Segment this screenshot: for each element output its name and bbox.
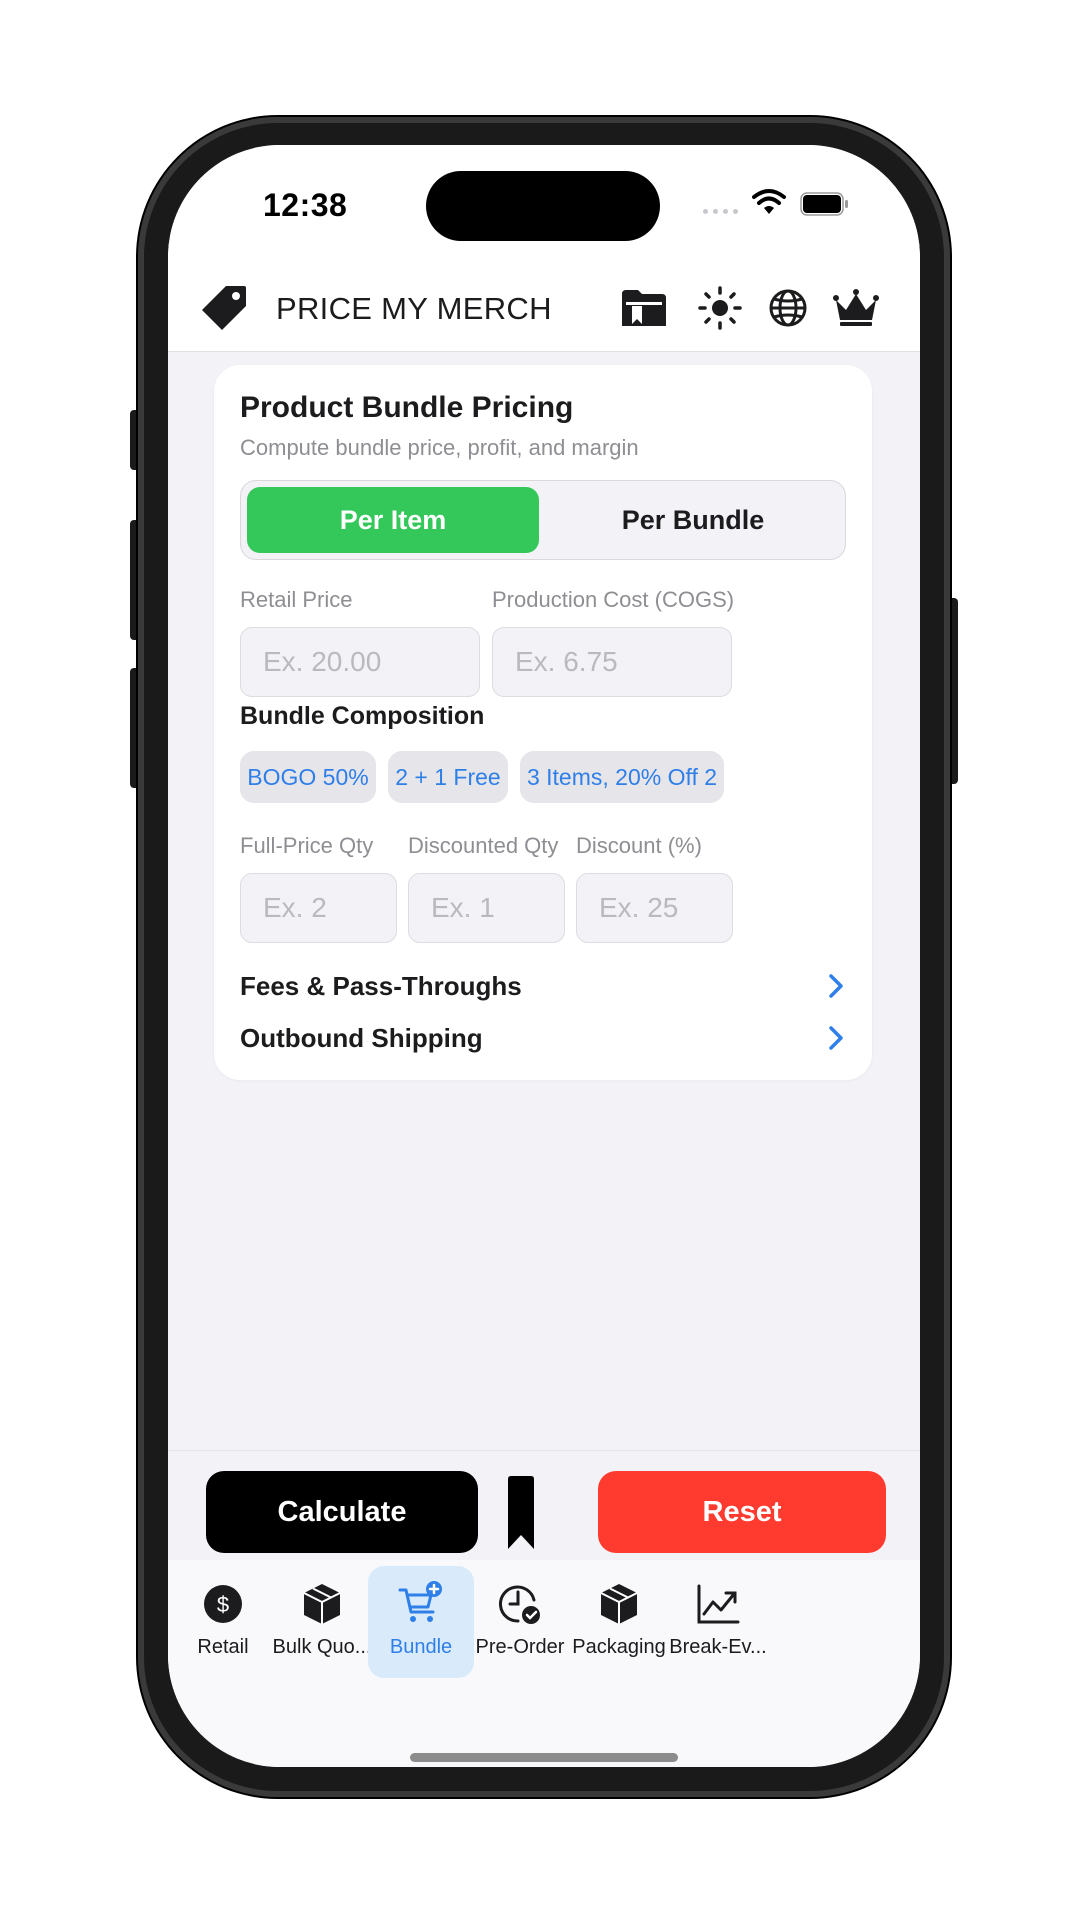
status-time: 12:38 [263,187,348,223]
tab-label: Packaging [572,1636,666,1658]
reset-button[interactable]: Reset [598,1471,886,1553]
discounted-qty-input[interactable] [408,873,565,943]
globe-icon[interactable] [764,284,812,332]
action-bar: Calculate Reset [168,1450,920,1560]
status-bar: 12:38 [168,145,920,260]
per-bundle-segment[interactable]: Per Bundle [547,487,839,553]
preset-3-items-chip[interactable]: 3 Items, 20% Off 2 [520,751,724,803]
retail-price-label: Retail Price [240,587,353,612]
full-price-qty-input[interactable] [240,873,397,943]
package-icon [600,1584,638,1624]
cogs-input[interactable] [492,627,732,697]
fees-pass-throughs-row[interactable]: Fees & Pass-Throughs [240,965,846,1007]
phone-screen: 12:38 PRICE MY MERCH Product Bundle Pric… [168,145,920,1767]
app-header: PRICE MY MERCH [168,260,920,352]
tab-label: Pre-Order [475,1636,565,1658]
crown-icon[interactable] [832,284,880,332]
full-price-qty-label: Full-Price Qty [240,833,374,858]
tab-bulk-quote[interactable]: Bulk Quo... [269,1566,375,1678]
card-title: Product Bundle Pricing [240,391,574,424]
per-item-segment[interactable]: Per Item [247,487,539,553]
tab-break-even[interactable]: Break-Ev... [665,1566,771,1678]
tab-retail[interactable]: $ Retail [170,1566,276,1678]
sun-icon[interactable] [696,284,744,332]
home-indicator [410,1753,678,1762]
app-title: PRICE MY MERCH [276,291,552,326]
dollar-circle-icon: $ [204,1585,242,1623]
tab-label: Break-Ev... [669,1636,767,1658]
discounted-qty-label: Discounted Qty [408,833,559,858]
svg-text:$: $ [217,1592,229,1617]
chevron-right-icon [829,974,843,998]
chevron-right-icon [829,1026,843,1050]
pricing-mode-segmented-control: Per Item Per Bundle [240,480,846,560]
tab-bundle[interactable]: Bundle [368,1566,474,1678]
tab-label: Bundle [389,1636,453,1658]
catalog-book-icon[interactable] [620,284,668,332]
shipping-row-label: Outbound Shipping [240,1022,483,1053]
tab-bar: $ Retail Bulk Quo... Bundle Pre-Order Pa… [168,1560,920,1767]
calculate-button[interactable]: Calculate [206,1471,478,1553]
price-tag-icon [202,286,246,330]
cellular-signal-icon [703,209,738,214]
fees-row-label: Fees & Pass-Throughs [240,970,522,1001]
bookmark-icon[interactable] [506,1475,536,1551]
clock-check-icon [498,1585,540,1624]
preset-2-plus-1-chip[interactable]: 2 + 1 Free [388,751,508,803]
card-subtitle: Compute bundle price, profit, and margin [240,435,639,460]
preset-bogo-chip[interactable]: BOGO 50% [240,751,376,803]
cart-plus-icon [398,1581,442,1622]
tab-packaging[interactable]: Packaging [566,1566,672,1678]
discount-percent-input[interactable] [576,873,733,943]
chart-up-icon [697,1584,740,1624]
bundle-pricing-card: Product Bundle Pricing Compute bundle pr… [214,365,872,1080]
retail-price-input[interactable] [240,627,480,697]
bundle-composition-title: Bundle Composition [240,702,485,730]
tab-label: Retail [197,1636,249,1658]
tab-pre-order[interactable]: Pre-Order [467,1566,573,1678]
discount-percent-label: Discount (%) [576,833,702,858]
cogs-label: Production Cost (COGS) [492,587,735,612]
box-icon [303,1584,341,1624]
dynamic-island [426,171,660,241]
wifi-icon [752,189,786,214]
battery-icon [800,192,848,216]
outbound-shipping-row[interactable]: Outbound Shipping [240,1017,846,1059]
tab-label: Bulk Quo... [272,1636,372,1658]
